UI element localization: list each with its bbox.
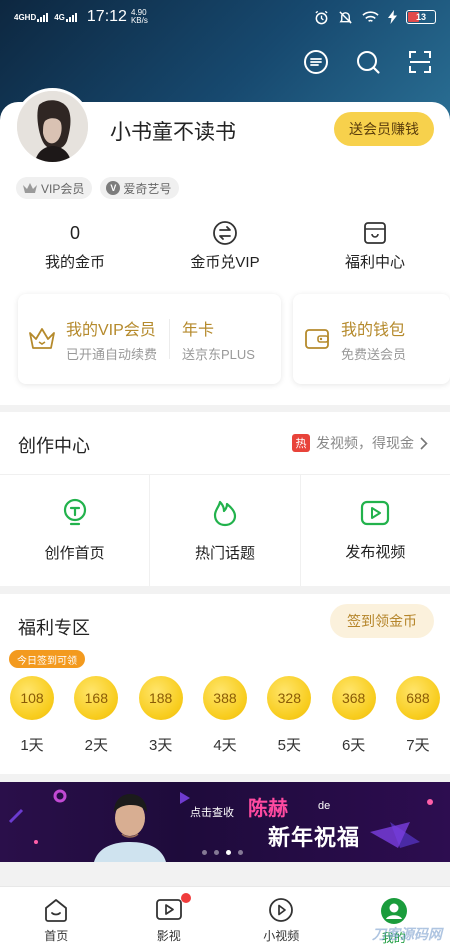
movie-icon bbox=[155, 899, 182, 920]
v-icon: V bbox=[106, 181, 121, 195]
badge-row: VIP会员 V 爱奇艺号 bbox=[16, 177, 180, 199]
vip-badge[interactable]: VIP会员 bbox=[16, 177, 93, 199]
banner-de: de bbox=[318, 800, 331, 812]
carousel-dots bbox=[202, 850, 243, 855]
coin-count: 0 bbox=[69, 223, 80, 243]
divider bbox=[169, 319, 171, 359]
welfare-section: 福利专区 签到领金币 今日签到可领 108 1天 168 2天 188 3天 388 4… bbox=[0, 594, 450, 774]
signin-day[interactable]: 688 7天 bbox=[395, 676, 441, 755]
annual-card-promo[interactable]: 年卡 送京东PLUS bbox=[182, 316, 255, 363]
hot-topics[interactable]: 热门话题 bbox=[149, 475, 299, 586]
coin-badge: 328 bbox=[267, 676, 312, 720]
scan-icon[interactable] bbox=[406, 48, 434, 76]
play-circle-icon bbox=[269, 898, 294, 922]
coin-badge: 108 bbox=[10, 676, 54, 720]
creation-promo-link[interactable]: 热 发视频，得现金 bbox=[292, 433, 428, 453]
charging-icon bbox=[388, 10, 397, 24]
signal-2: 4G bbox=[54, 12, 77, 22]
iqiyi-account-badge[interactable]: V 爱奇艺号 bbox=[100, 177, 180, 199]
wallet-card-icon bbox=[364, 222, 386, 244]
coin-badge: 688 bbox=[395, 676, 440, 720]
signin-day[interactable]: 388 4天 bbox=[202, 676, 248, 755]
celebrity-image bbox=[94, 794, 166, 862]
signin-day[interactable]: 108 1天 bbox=[9, 676, 55, 755]
bottom-navigation: 首页 影视 小视频 我的 刀客源码网 bbox=[0, 886, 450, 950]
signal-1: 4GHD bbox=[14, 12, 49, 22]
header-actions bbox=[302, 48, 434, 76]
section-title: 创作中心 bbox=[18, 436, 90, 456]
promo-banner[interactable]: 点击查收 陈赫 de 新年祝福 bbox=[0, 782, 450, 862]
signin-day[interactable]: 168 2天 bbox=[73, 676, 119, 755]
banner-headline: 新年祝福 bbox=[268, 825, 361, 850]
battery-indicator: 13 bbox=[406, 10, 436, 24]
sign-in-button[interactable]: 签到领金币 bbox=[330, 604, 434, 638]
stat-label: 金币兑VIP bbox=[190, 254, 260, 271]
carousel-dot[interactable] bbox=[214, 850, 219, 855]
lightbulb-icon bbox=[63, 498, 86, 526]
nav-home[interactable]: 首页 bbox=[0, 887, 113, 950]
creation-home[interactable]: 创作首页 bbox=[0, 475, 149, 586]
message-icon[interactable] bbox=[302, 48, 330, 76]
publish-video[interactable]: 发布视频 bbox=[299, 475, 450, 586]
username[interactable]: 小书童不读书 bbox=[110, 116, 236, 146]
banner-small-text: 点击查收 bbox=[190, 807, 234, 819]
status-bar: 4GHD 4G 17:12 4.90 KB/s 13 bbox=[0, 0, 450, 34]
coins-to-vip[interactable]: 金币兑VIP bbox=[150, 218, 300, 274]
creation-center-section: 创作中心 热 发视频，得现金 创作首页 热门话题 发布视频 bbox=[0, 412, 450, 586]
signin-day[interactable]: 368 6天 bbox=[331, 676, 377, 755]
notification-dot bbox=[180, 893, 191, 903]
hot-tag: 热 bbox=[292, 434, 310, 452]
signin-day[interactable]: 188 3天 bbox=[138, 676, 184, 755]
creation-grid: 创作首页 热门话题 发布视频 bbox=[0, 474, 450, 586]
signin-days: 108 1天 168 2天 188 3天 388 4天 328 5天 368 6天 688 7… bbox=[9, 676, 441, 755]
vip-membership-card[interactable]: 我的VIP会员 已开通自动续费 年卡 送京东PLUS bbox=[18, 294, 281, 384]
banner-name: 陈赫 bbox=[248, 798, 288, 820]
wallet-icon bbox=[305, 329, 329, 349]
clock: 17:12 bbox=[86, 8, 127, 25]
stat-label: 福利中心 bbox=[344, 254, 405, 271]
mute-icon bbox=[339, 10, 352, 24]
search-icon[interactable] bbox=[354, 48, 382, 76]
alarm-icon bbox=[315, 10, 328, 24]
chevron-right-icon bbox=[420, 436, 428, 450]
membership-row: 我的VIP会员 已开通自动续费 年卡 送京东PLUS 我的钱包 免费送会员 bbox=[18, 294, 450, 384]
promo-title: 年卡 bbox=[182, 321, 215, 339]
crown-icon bbox=[29, 328, 55, 349]
network-speed: 4.90 KB/s bbox=[130, 8, 148, 25]
avatar[interactable] bbox=[14, 88, 91, 165]
nav-movies[interactable]: 影视 bbox=[113, 887, 226, 950]
nav-short-video[interactable]: 小视频 bbox=[225, 887, 338, 950]
vip-subtitle: 已开通自动续费 bbox=[66, 346, 158, 362]
carousel-dot[interactable] bbox=[238, 850, 243, 855]
coin-badge: 188 bbox=[138, 676, 183, 720]
welfare-center[interactable]: 福利中心 bbox=[300, 218, 450, 274]
stats-row: 0 我的金币 金币兑VIP 福利中心 bbox=[0, 218, 450, 274]
vip-title: 我的VIP会员 bbox=[66, 321, 156, 339]
gift-membership-button[interactable]: 送会员赚钱 bbox=[334, 112, 434, 146]
my-coins[interactable]: 0 我的金币 bbox=[0, 218, 150, 274]
video-play-icon bbox=[361, 500, 390, 526]
promo-subtitle: 送京东PLUS bbox=[182, 346, 255, 362]
section-title: 福利专区 bbox=[18, 618, 90, 638]
carousel-dot-active[interactable] bbox=[226, 850, 231, 855]
coin-badge: 388 bbox=[202, 676, 247, 720]
exchange-icon bbox=[213, 221, 237, 245]
stat-label: 我的金币 bbox=[44, 254, 105, 271]
wallet-subtitle: 免费送会员 bbox=[340, 346, 406, 362]
my-wallet-card[interactable]: 我的钱包 免费送会员 bbox=[292, 294, 450, 384]
carousel-dot[interactable] bbox=[202, 850, 207, 855]
wifi-icon bbox=[362, 11, 379, 22]
profile-icon bbox=[380, 898, 407, 924]
crown-icon bbox=[23, 183, 37, 193]
signin-day[interactable]: 328 5天 bbox=[266, 676, 312, 755]
today-signin-tip: 今日签到可领 bbox=[9, 650, 85, 668]
coin-badge: 168 bbox=[74, 676, 119, 720]
home-icon bbox=[45, 899, 68, 922]
coin-badge: 368 bbox=[331, 676, 376, 720]
creation-tip-text: 发视频，得现金 bbox=[316, 435, 414, 451]
wallet-title: 我的钱包 bbox=[340, 321, 405, 339]
flame-icon bbox=[213, 500, 237, 527]
watermark: 刀客源码网 bbox=[372, 926, 442, 942]
